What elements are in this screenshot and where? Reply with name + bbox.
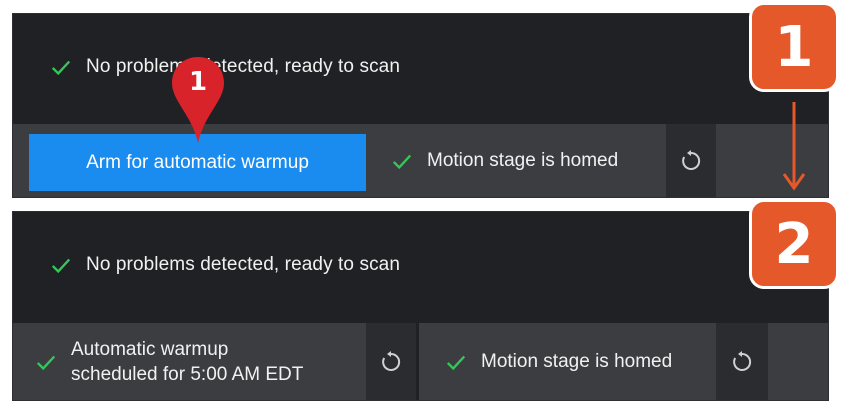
panel-after: No problems detected, ready to scan Auto… bbox=[13, 212, 828, 400]
stage-status-text: Motion stage is homed bbox=[481, 350, 673, 372]
check-icon bbox=[35, 351, 57, 373]
refresh-icon bbox=[379, 350, 403, 374]
action-bar: Automatic warmup scheduled for 5:00 AM E… bbox=[13, 323, 828, 400]
check-icon bbox=[50, 254, 72, 276]
warmup-line-1: Automatic warmup bbox=[71, 338, 229, 360]
stage-status: Motion stage is homed bbox=[391, 124, 618, 197]
panel-before: No problems detected, ready to scan Arm … bbox=[13, 14, 828, 197]
divider bbox=[416, 323, 419, 400]
check-icon bbox=[445, 351, 467, 373]
check-icon bbox=[50, 56, 72, 78]
warmup-status-text: Automatic warmup scheduled for 5:00 AM E… bbox=[71, 337, 303, 387]
pin-number: 1 bbox=[188, 67, 208, 97]
status-text: No problems detected, ready to scan bbox=[86, 55, 401, 77]
refresh-icon bbox=[679, 149, 703, 173]
status-text: No problems detected, ready to scan bbox=[86, 253, 401, 275]
stage-status: Motion stage is homed bbox=[445, 323, 672, 400]
arrow-down-icon bbox=[782, 102, 806, 191]
stage-refresh-button[interactable] bbox=[716, 323, 768, 400]
refresh-icon bbox=[730, 350, 754, 374]
step-badge-2: 2 bbox=[752, 202, 836, 286]
status-row: No problems detected, ready to scan bbox=[13, 212, 828, 317]
step-badge-1: 1 bbox=[752, 5, 836, 89]
warmup-status: Automatic warmup scheduled for 5:00 AM E… bbox=[35, 323, 303, 400]
status-row: No problems detected, ready to scan bbox=[13, 14, 828, 119]
check-icon bbox=[391, 150, 413, 172]
warmup-line-2: scheduled for 5:00 AM EDT bbox=[71, 363, 304, 385]
stage-status-text: Motion stage is homed bbox=[427, 149, 619, 171]
warmup-refresh-button[interactable] bbox=[366, 323, 416, 400]
stage-refresh-button[interactable] bbox=[666, 124, 716, 197]
action-bar: Arm for automatic warmup Motion stage is… bbox=[13, 124, 828, 197]
